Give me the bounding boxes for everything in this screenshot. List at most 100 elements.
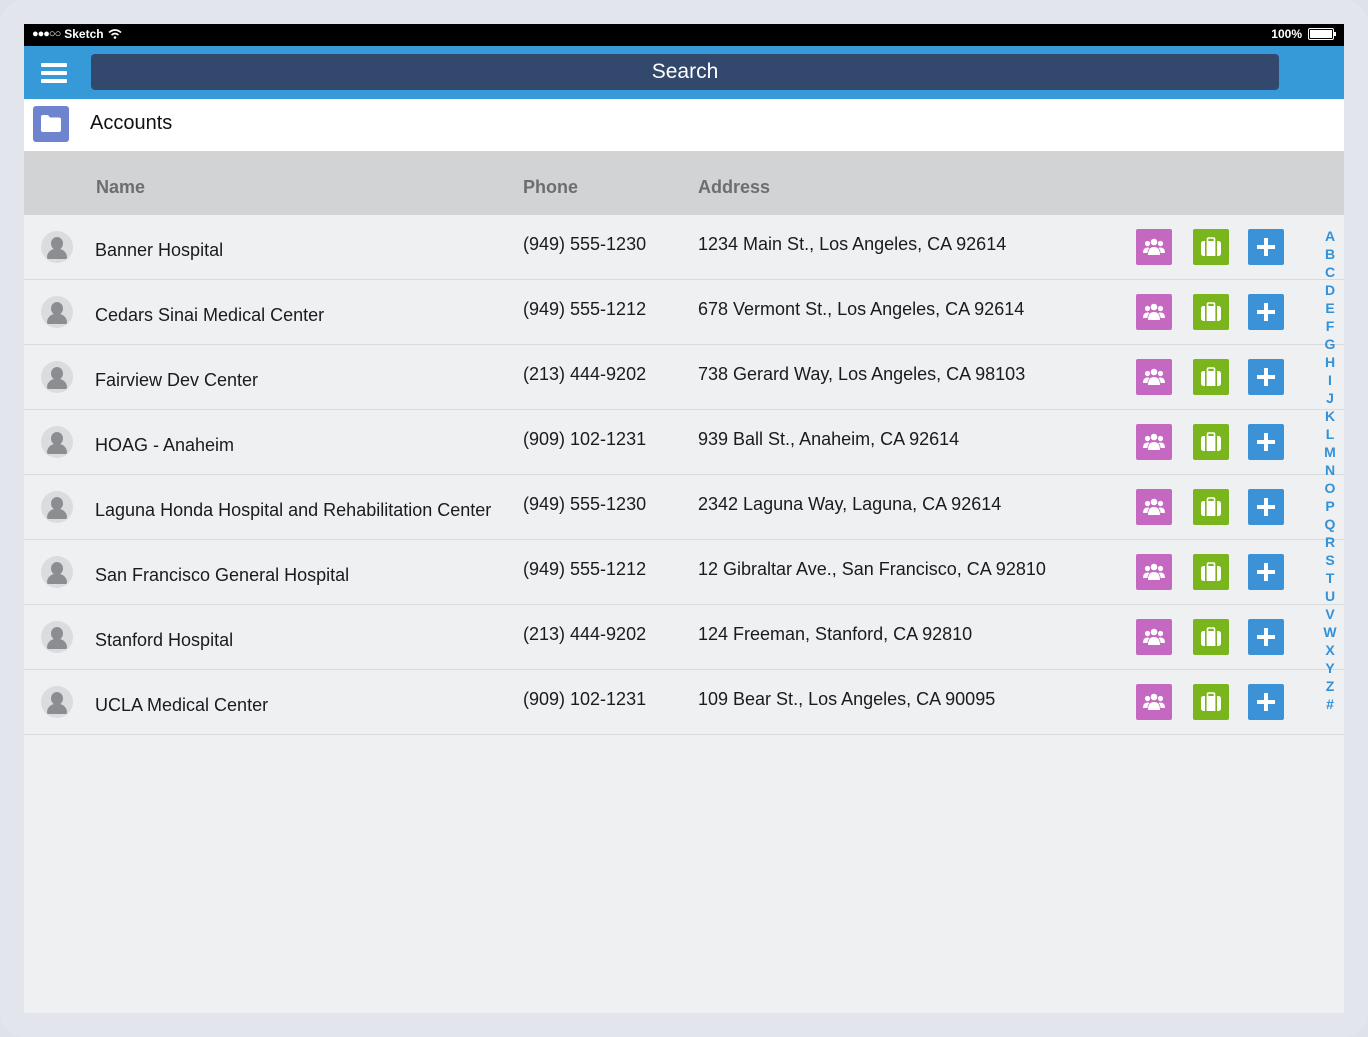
add-button[interactable] [1248,489,1284,525]
briefcase-button[interactable] [1193,359,1229,395]
add-button[interactable] [1248,229,1284,265]
briefcase-button[interactable] [1193,489,1229,525]
add-button[interactable] [1248,619,1284,655]
briefcase-button[interactable] [1193,229,1229,265]
user-avatar-icon [41,621,73,653]
briefcase-button[interactable] [1193,554,1229,590]
menu-button[interactable] [41,63,67,85]
index-letter[interactable]: R [1320,533,1340,551]
account-address: 1234 Main St., Los Angeles, CA 92614 [698,234,1007,254]
table-row[interactable]: UCLA Medical Center (909) 102-1231 109 B… [24,670,1344,735]
briefcase-button[interactable] [1193,294,1229,330]
contacts-button[interactable] [1136,424,1172,460]
add-button[interactable] [1248,359,1284,395]
index-letter[interactable]: H [1320,353,1340,371]
index-letter[interactable]: I [1320,371,1340,389]
accounts-list: Banner Hospital (949) 555-1230 1234 Main… [24,215,1344,735]
column-header-address[interactable]: Address [698,177,770,198]
index-letter[interactable]: Y [1320,659,1340,677]
account-phone: (949) 555-1230 [523,494,647,514]
contacts-icon [1143,693,1165,710]
contacts-button[interactable] [1136,294,1172,330]
contacts-icon [1143,238,1165,255]
table-header: Name Phone Address [24,151,1344,215]
index-letter[interactable]: K [1320,407,1340,425]
add-button[interactable] [1248,554,1284,590]
briefcase-icon [1201,237,1221,256]
title-bar: Accounts [24,99,1344,151]
account-phone: (949) 555-1230 [523,234,647,254]
account-address: 109 Bear St., Los Angeles, CA 90095 [698,689,996,709]
index-letter[interactable]: V [1320,605,1340,623]
briefcase-button[interactable] [1193,424,1229,460]
table-row[interactable]: Cedars Sinai Medical Center (949) 555-12… [24,280,1344,345]
index-letter[interactable]: G [1320,335,1340,353]
plus-icon [1257,433,1275,451]
index-letter[interactable]: P [1320,497,1340,515]
index-letter[interactable]: T [1320,569,1340,587]
index-letter[interactable]: L [1320,425,1340,443]
index-letter[interactable]: F [1320,317,1340,335]
briefcase-button[interactable] [1193,684,1229,720]
index-letter[interactable]: U [1320,587,1340,605]
index-letter[interactable]: Z [1320,677,1340,695]
account-name: Laguna Honda Hospital and Rehabilitation… [95,500,492,520]
index-letter[interactable]: M [1320,443,1340,461]
index-letter[interactable]: X [1320,641,1340,659]
contacts-icon [1143,433,1165,450]
plus-icon [1257,628,1275,646]
add-button[interactable] [1248,424,1284,460]
user-avatar-icon [41,231,73,263]
add-button[interactable] [1248,684,1284,720]
plus-icon [1257,303,1275,321]
user-avatar-icon [41,686,73,718]
briefcase-icon [1201,562,1221,581]
add-button[interactable] [1248,294,1284,330]
account-name: San Francisco General Hospital [95,565,350,585]
briefcase-button[interactable] [1193,619,1229,655]
index-letter[interactable]: B [1320,245,1340,263]
user-avatar-icon [41,556,73,588]
index-letter[interactable]: J [1320,389,1340,407]
index-letter[interactable]: N [1320,461,1340,479]
index-letter[interactable]: E [1320,299,1340,317]
contacts-button[interactable] [1136,684,1172,720]
table-row[interactable]: HOAG - Anaheim (909) 102-1231 939 Ball S… [24,410,1344,475]
plus-icon [1257,563,1275,581]
index-letter[interactable]: Q [1320,515,1340,533]
contacts-button[interactable] [1136,229,1172,265]
table-row[interactable]: Stanford Hospital (213) 444-9202 124 Fre… [24,605,1344,670]
index-letter[interactable]: A [1320,227,1340,245]
index-letter[interactable]: # [1320,695,1340,713]
contacts-button[interactable] [1136,489,1172,525]
screen: ●●●○○ Sketch 100% Search Accounts Name P… [24,24,1344,1013]
search-input[interactable]: Search [91,54,1279,90]
hamburger-icon-bar [41,79,67,83]
index-letter[interactable]: C [1320,263,1340,281]
battery-label: 100% [1271,27,1302,41]
table-row[interactable]: Fairview Dev Center (213) 444-9202 738 G… [24,345,1344,410]
battery-icon [1308,28,1336,40]
column-header-phone[interactable]: Phone [523,177,578,198]
account-name: Stanford Hospital [95,630,234,650]
index-letter[interactable]: W [1320,623,1340,641]
contacts-button[interactable] [1136,359,1172,395]
table-row[interactable]: San Francisco General Hospital (949) 555… [24,540,1344,605]
plus-icon [1257,368,1275,386]
index-letter[interactable]: S [1320,551,1340,569]
table-row[interactable]: Laguna Honda Hospital and Rehabilitation… [24,475,1344,540]
index-letter[interactable]: O [1320,479,1340,497]
account-name: Fairview Dev Center [95,370,259,390]
user-avatar-icon [41,491,73,523]
contacts-button[interactable] [1136,554,1172,590]
account-phone: (949) 555-1212 [523,559,647,579]
column-header-name[interactable]: Name [96,177,145,198]
account-address: 738 Gerard Way, Los Angeles, CA 98103 [698,364,1026,384]
briefcase-icon [1201,302,1221,321]
table-row[interactable]: Banner Hospital (949) 555-1230 1234 Main… [24,215,1344,280]
index-letter[interactable]: D [1320,281,1340,299]
contacts-button[interactable] [1136,619,1172,655]
plus-icon [1257,498,1275,516]
account-phone: (909) 102-1231 [523,689,647,709]
alphabet-index: A B C D E F G H I J K L M N O P Q R S T U V W X Y Z # [1320,227,1340,713]
